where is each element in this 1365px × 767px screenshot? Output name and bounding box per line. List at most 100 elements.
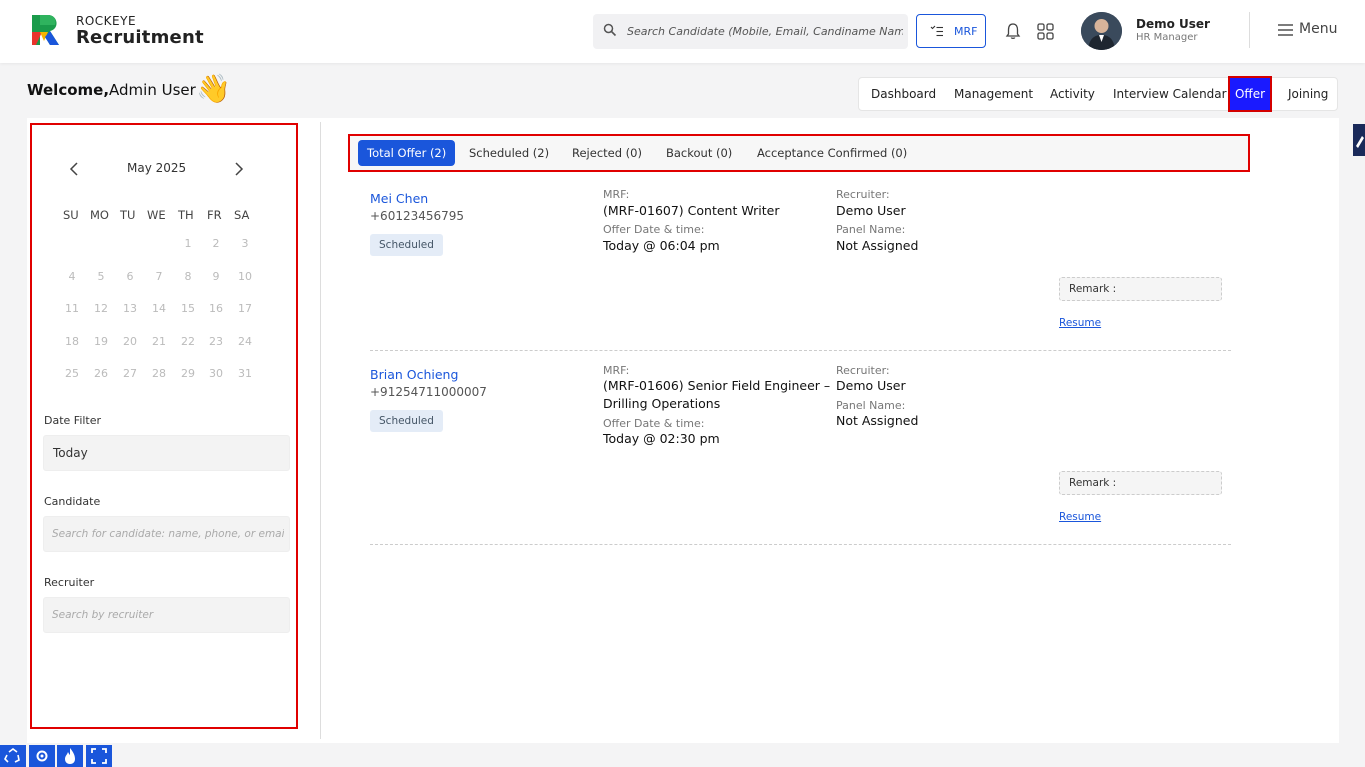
tab-scheduled[interactable]: Scheduled (2): [469, 140, 549, 166]
calendar-prev-icon[interactable]: [67, 159, 81, 179]
calendar-day[interactable]: 3: [233, 237, 257, 250]
page-nav-tabs: Dashboard Management Activity Interview …: [858, 76, 1338, 112]
offer-status-tabs: Total Offer (2) Scheduled (2) Rejected (…: [348, 134, 1250, 172]
candidate-phone: +60123456795: [370, 209, 465, 223]
user-name: Demo User: [1136, 17, 1210, 31]
calendar-day[interactable]: 11: [60, 302, 84, 315]
calendar-day[interactable]: 6: [118, 270, 142, 283]
calendar-day[interactable]: 19: [89, 335, 113, 348]
date-filter-select[interactable]: Today: [43, 435, 290, 471]
candidate-name[interactable]: Mei Chen: [370, 191, 428, 206]
tab-dashboard[interactable]: Dashboard: [871, 78, 936, 110]
candidate-search-input[interactable]: [52, 517, 284, 551]
top-header: ROCKEYE Recruitment MRF: [0, 0, 1365, 63]
calendar-day[interactable]: 20: [118, 335, 142, 348]
tab-interview-calendar[interactable]: Interview Calendar: [1113, 78, 1227, 110]
calendar-day[interactable]: 7: [147, 270, 171, 283]
calendar-day[interactable]: 16: [204, 302, 228, 315]
weekday-label: TU: [120, 208, 136, 222]
calendar-day[interactable]: 31: [233, 367, 257, 380]
remark-box[interactable]: Remark :: [1059, 471, 1222, 495]
calendar-day[interactable]: 1: [176, 237, 200, 250]
calendar-day[interactable]: 22: [176, 335, 200, 348]
user-role: HR Manager: [1136, 32, 1198, 43]
calendar-day[interactable]: 28: [147, 367, 171, 380]
calendar-next-icon[interactable]: [232, 159, 246, 179]
tab-total-offer[interactable]: Total Offer (2): [358, 140, 456, 166]
notification-bell-icon[interactable]: [1005, 22, 1021, 40]
welcome-greeting: Welcome,: [27, 81, 110, 99]
recruiter-label: Recruiter:: [836, 364, 890, 377]
weekday-label: FR: [207, 208, 222, 222]
recruiter-label: Recruiter:: [836, 188, 890, 201]
resume-link[interactable]: Resume: [1059, 511, 1101, 523]
calendar-day[interactable]: 5: [89, 270, 113, 283]
filter-sidebar: May 2025 SU MO TU WE TH FR SA 1234567891…: [30, 123, 298, 729]
settings-tool-button[interactable]: [29, 745, 55, 767]
user-avatar-image: [1081, 12, 1122, 50]
fire-tool-button[interactable]: [57, 745, 83, 767]
remark-label: Remark :: [1069, 283, 1117, 295]
candidate-card: Brian Ochieng +91254711000007 Scheduled …: [370, 364, 1231, 545]
calendar-day[interactable]: 10: [233, 270, 257, 283]
calendar-day[interactable]: 9: [204, 270, 228, 283]
tab-activity[interactable]: Activity: [1050, 78, 1095, 110]
calendar-day[interactable]: 18: [60, 335, 84, 348]
side-drawer-toggle[interactable]: [1353, 124, 1365, 156]
calendar-day[interactable]: 29: [176, 367, 200, 380]
date-filter-label: Date Filter: [44, 414, 102, 427]
tab-rejected[interactable]: Rejected (0): [572, 140, 642, 166]
candidate-phone: +91254711000007: [370, 385, 487, 399]
resume-link[interactable]: Resume: [1059, 317, 1101, 329]
calendar-day[interactable]: 26: [89, 367, 113, 380]
calendar-day[interactable]: 13: [118, 302, 142, 315]
calendar-day[interactable]: 21: [147, 335, 171, 348]
calendar-day[interactable]: 25: [60, 367, 84, 380]
global-search[interactable]: [593, 14, 908, 49]
brand-logo[interactable]: ROCKEYE Recruitment: [28, 10, 204, 52]
offer-date-value: Today @ 06:04 pm: [603, 238, 720, 253]
fire-icon: [65, 748, 75, 764]
calendar-day[interactable]: 8: [176, 270, 200, 283]
recruiter-filter-field[interactable]: [43, 597, 290, 633]
brand-name: Recruitment: [76, 27, 204, 48]
hamburger-icon: [1278, 24, 1293, 36]
calendar-day[interactable]: 30: [204, 367, 228, 380]
remark-box[interactable]: Remark :: [1059, 277, 1222, 301]
search-icon: [603, 23, 617, 37]
tab-offer[interactable]: Offer: [1228, 76, 1272, 112]
fullscreen-tool-button[interactable]: [86, 745, 112, 767]
user-avatar[interactable]: [1081, 12, 1122, 50]
status-badge: Scheduled: [370, 234, 443, 256]
calendar-day[interactable]: 4: [60, 270, 84, 283]
pen-icon: [1356, 136, 1364, 148]
calendar-day[interactable]: 14: [147, 302, 171, 315]
brand-top-text: ROCKEYE: [76, 14, 137, 28]
calendar-day[interactable]: 12: [89, 302, 113, 315]
tab-joining[interactable]: Joining: [1288, 78, 1328, 110]
mrf-button-label: MRF: [954, 25, 978, 38]
apps-grid-icon[interactable]: [1037, 23, 1054, 40]
status-badge: Scheduled: [370, 410, 443, 432]
checklist-icon: [930, 25, 943, 37]
calendar-day[interactable]: 15: [176, 302, 200, 315]
tab-acceptance-confirmed[interactable]: Acceptance Confirmed (0): [757, 140, 907, 166]
calendar-day[interactable]: 24: [233, 335, 257, 348]
search-input[interactable]: [627, 14, 903, 49]
panel-divider: [320, 122, 321, 739]
tab-backout[interactable]: Backout (0): [666, 140, 732, 166]
waving-hand-icon: 👋: [196, 72, 231, 105]
calendar-day[interactable]: 17: [233, 302, 257, 315]
calendar-day[interactable]: 2: [204, 237, 228, 250]
candidate-name[interactable]: Brian Ochieng: [370, 367, 458, 382]
mrf-value: (MRF-01607) Content Writer: [603, 203, 780, 218]
candidate-filter-field[interactable]: [43, 516, 290, 552]
calendar-day[interactable]: 23: [204, 335, 228, 348]
mrf-button[interactable]: MRF: [916, 14, 986, 48]
rockeye-logo-icon: [32, 15, 59, 45]
calendar-day[interactable]: 27: [118, 367, 142, 380]
tab-management[interactable]: Management: [954, 78, 1033, 110]
welcome-message: Welcome,Admin User: [27, 81, 196, 99]
recruiter-search-input[interactable]: [52, 598, 284, 632]
recycle-tool-button[interactable]: [0, 745, 26, 767]
